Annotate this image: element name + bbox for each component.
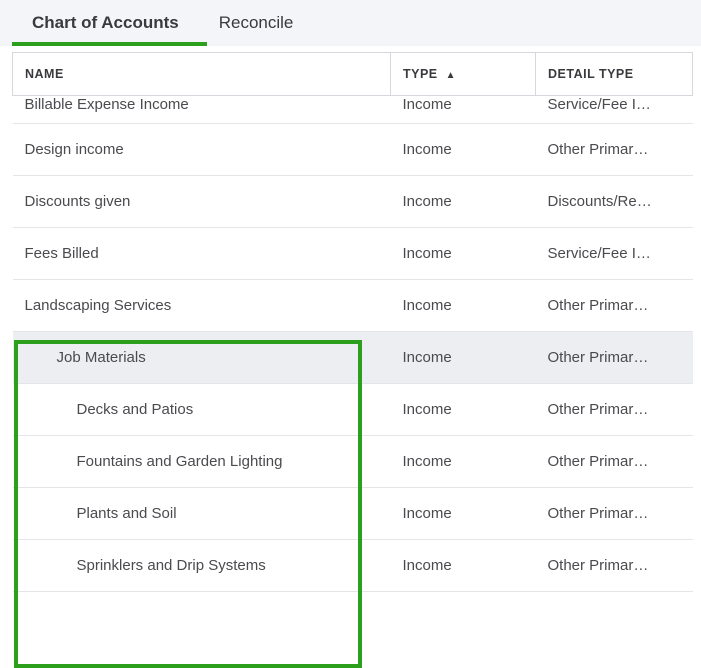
cell-detail-type: Other Primar… xyxy=(536,280,693,332)
table-row[interactable]: Billable Expense Income IncomeService/Fee… xyxy=(13,96,693,124)
cell-name: Design income xyxy=(13,124,391,176)
table-row[interactable]: Sprinklers and Drip Systems IncomeOther P… xyxy=(13,540,693,592)
col-header-type[interactable]: TYPE ▲ xyxy=(391,53,536,96)
cell-name: Discounts given xyxy=(13,176,391,228)
cell-name: Fees Billed xyxy=(13,228,391,280)
cell-type: Income xyxy=(391,384,536,436)
cell-detail-type: Other Primar… xyxy=(536,436,693,488)
table-row[interactable]: Job Materials IncomeOther Primar… xyxy=(13,332,693,384)
cell-detail-type: Other Primar… xyxy=(536,384,693,436)
account-name: Plants and Soil xyxy=(25,505,177,522)
cell-detail-type: Other Primar… xyxy=(536,124,693,176)
cell-name: Fountains and Garden Lighting xyxy=(13,436,391,488)
cell-type: Income xyxy=(391,436,536,488)
table-row[interactable]: Landscaping Services IncomeOther Primar… xyxy=(13,280,693,332)
table-row[interactable]: Fees Billed IncomeService/Fee I… xyxy=(13,228,693,280)
cell-name: Landscaping Services xyxy=(13,280,391,332)
account-name: Job Materials xyxy=(25,349,146,366)
cell-name: Plants and Soil xyxy=(13,488,391,540)
account-name: Sprinklers and Drip Systems xyxy=(25,557,266,574)
col-header-name[interactable]: NAME xyxy=(13,53,391,96)
account-name: Fountains and Garden Lighting xyxy=(25,453,283,470)
cell-type: Income xyxy=(391,228,536,280)
col-header-detail-type[interactable]: DETAIL TYPE xyxy=(536,53,693,96)
cell-detail-type: Service/Fee I… xyxy=(536,96,693,124)
account-name: Landscaping Services xyxy=(25,297,172,314)
table-row[interactable]: Fountains and Garden Lighting IncomeOther… xyxy=(13,436,693,488)
cell-detail-type: Other Primar… xyxy=(536,488,693,540)
table-row[interactable]: Plants and Soil IncomeOther Primar… xyxy=(13,488,693,540)
table-row[interactable]: Decks and Patios IncomeOther Primar… xyxy=(13,384,693,436)
cell-type: Income xyxy=(391,96,536,124)
cell-type: Income xyxy=(391,176,536,228)
accounts-table-container: NAME TYPE ▲ DETAIL TYPE Billable Expense… xyxy=(0,46,701,600)
tab-reconcile[interactable]: Reconcile xyxy=(199,0,314,46)
table-row[interactable]: Discounts given IncomeDiscounts/Re… xyxy=(13,176,693,228)
accounts-table: NAME TYPE ▲ DETAIL TYPE Billable Expense… xyxy=(12,52,693,592)
cell-detail-type: Other Primar… xyxy=(536,540,693,592)
account-name: Billable Expense Income xyxy=(25,96,189,113)
account-name: Discounts given xyxy=(25,193,131,210)
col-header-type-label: TYPE xyxy=(403,67,438,81)
cell-detail-type: Other Primar… xyxy=(536,332,693,384)
cell-type: Income xyxy=(391,332,536,384)
cell-name: Job Materials xyxy=(13,332,391,384)
cell-name: Billable Expense Income xyxy=(13,96,391,124)
cell-type: Income xyxy=(391,280,536,332)
cell-type: Income xyxy=(391,124,536,176)
sort-asc-icon: ▲ xyxy=(446,70,456,81)
cell-name: Sprinklers and Drip Systems xyxy=(13,540,391,592)
tab-chart-of-accounts[interactable]: Chart of Accounts xyxy=(12,0,199,46)
cell-type: Income xyxy=(391,488,536,540)
account-name: Fees Billed xyxy=(25,245,99,262)
account-name: Design income xyxy=(25,141,124,158)
account-name: Decks and Patios xyxy=(25,401,194,418)
table-row[interactable]: Design income IncomeOther Primar… xyxy=(13,124,693,176)
cell-detail-type: Service/Fee I… xyxy=(536,228,693,280)
cell-detail-type: Discounts/Re… xyxy=(536,176,693,228)
cell-name: Decks and Patios xyxy=(13,384,391,436)
tab-bar: Chart of Accounts Reconcile xyxy=(0,0,701,46)
cell-type: Income xyxy=(391,540,536,592)
